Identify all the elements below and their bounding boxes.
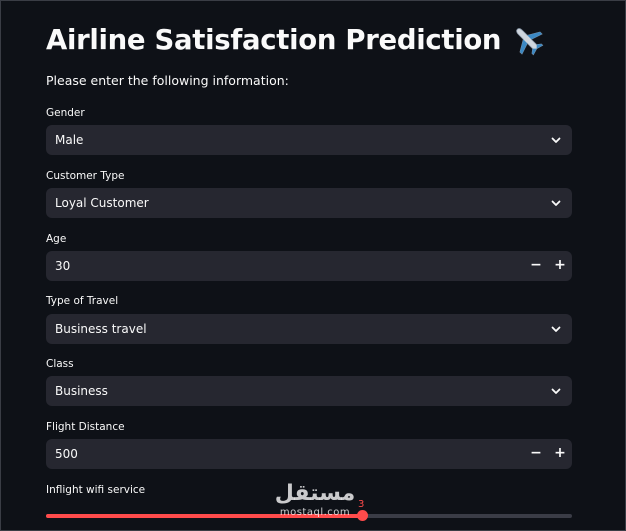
class-label: Class (46, 358, 74, 370)
gender-label: Gender (46, 107, 85, 119)
wifi-service-label: Inflight wifi service (46, 484, 146, 496)
wifi-slider-thumb[interactable] (357, 510, 368, 521)
travel-type-select[interactable]: Business travel (46, 314, 572, 344)
watermark-latin: mostaql.com (279, 507, 351, 518)
customer-type-select[interactable]: Loyal Customer (46, 188, 572, 218)
mostaql-watermark: مستقل mostaql.com (274, 481, 356, 521)
flight-distance-decrement-button[interactable]: − (524, 439, 548, 469)
customer-type-value: Loyal Customer (55, 196, 149, 210)
airplane-icon (516, 28, 544, 56)
intro-text: Please enter the following information: (46, 73, 289, 88)
class-select[interactable]: Business (46, 376, 572, 406)
chevron-down-icon (551, 137, 561, 143)
flight-distance-increment-button[interactable]: + (548, 439, 572, 469)
travel-type-value: Business travel (55, 322, 147, 336)
gender-select[interactable]: Male (46, 125, 572, 155)
chevron-down-icon (551, 388, 561, 394)
class-value: Business (55, 384, 108, 398)
chevron-down-icon (551, 326, 561, 332)
chevron-down-icon (551, 200, 561, 206)
page-title-row: Airline Satisfaction Prediction (46, 23, 545, 57)
age-decrement-button[interactable]: − (524, 251, 548, 281)
app-frame: Airline Satisfaction Prediction Please e… (0, 0, 626, 531)
travel-type-label: Type of Travel (46, 295, 119, 307)
wifi-slider-value: 3 (358, 499, 365, 510)
age-value[interactable]: 30 (55, 251, 70, 281)
age-label: Age (46, 233, 67, 245)
age-increment-button[interactable]: + (548, 251, 572, 281)
customer-type-label: Customer Type (46, 170, 125, 182)
age-number-input[interactable]: 30 − + (46, 251, 572, 281)
flight-distance-number-input[interactable]: 500 − + (46, 439, 572, 469)
watermark-arabic: مستقل (274, 481, 356, 506)
flight-distance-label: Flight Distance (46, 421, 125, 433)
page-title: Airline Satisfaction Prediction (46, 24, 502, 56)
gender-value: Male (55, 133, 84, 147)
flight-distance-value[interactable]: 500 (55, 439, 78, 469)
